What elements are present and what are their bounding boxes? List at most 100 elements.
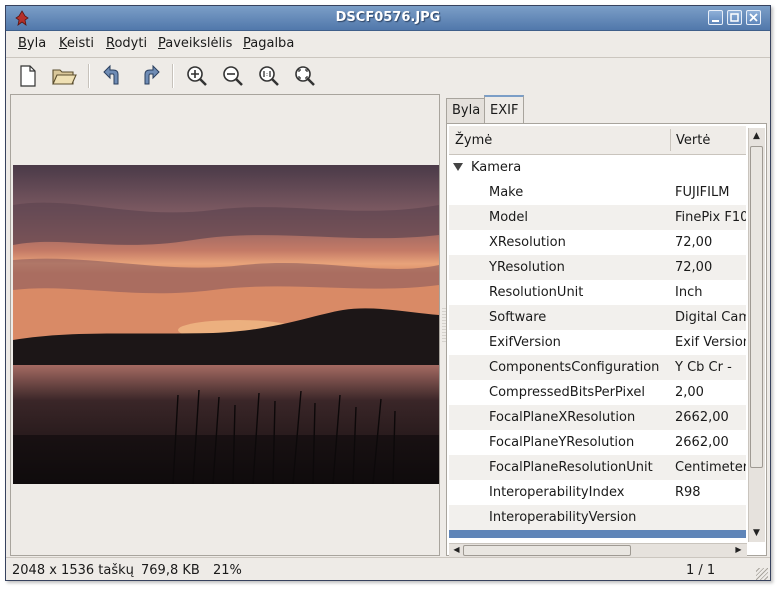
scroll-down-icon[interactable]: ▼ (750, 526, 763, 540)
menu-label: odyti (114, 36, 148, 51)
app-window: DSCF0576.JPG Byla Keisti Rodyti Paveiksl… (5, 5, 771, 581)
titlebar[interactable]: DSCF0576.JPG (6, 6, 770, 31)
rotate-left-icon (103, 64, 119, 85)
close-icon (749, 13, 758, 22)
exif-tag: ResolutionUnit (489, 285, 584, 300)
exif-row[interactable]: Software Digital Cam (449, 305, 746, 330)
exif-value: FinePix F10 (675, 210, 746, 225)
exif-tag: XResolution (489, 235, 566, 250)
exif-tag: Make (489, 185, 524, 200)
expander-down-icon[interactable] (453, 163, 463, 171)
exif-tag: Model (489, 210, 529, 225)
exif-row[interactable]: FocalPlaneResolutionUnit Centimeter (449, 455, 746, 480)
maximize-button[interactable] (727, 10, 742, 25)
minimize-button[interactable] (708, 10, 723, 25)
exif-row[interactable]: InteroperabilityVersion (449, 505, 746, 530)
menu-mnemonic: K (59, 36, 67, 51)
exif-value: 72,00 (675, 235, 713, 250)
exif-tag: InteroperabilityVersion (489, 510, 637, 525)
group-label: Kamera (471, 160, 522, 175)
tab-bar: Byla EXIF (446, 94, 769, 125)
menu-mnemonic: B (18, 36, 27, 51)
toolbar-separator (88, 64, 90, 88)
menu-label: eisti (66, 36, 94, 51)
zoom-out-button[interactable] (219, 62, 247, 90)
column-divider[interactable] (670, 129, 671, 151)
exif-row[interactable]: ExifVersion Exif Version (449, 330, 746, 355)
exif-row[interactable]: FocalPlaneYResolution 2662,00 (449, 430, 746, 455)
exif-value: 2662,00 (675, 410, 729, 425)
toolbar-separator (172, 64, 174, 88)
menu-pagalba[interactable]: Pagalba (243, 36, 294, 51)
menu-label: agalba (250, 36, 295, 51)
exif-value: R98 (675, 485, 701, 500)
exif-row[interactable]: CompressedBitsPerPixel 2,00 (449, 380, 746, 405)
exif-value: Y Cb Cr - (675, 360, 732, 375)
vertical-scrollbar[interactable]: ▲ ▼ (748, 128, 765, 542)
exif-row[interactable]: Model FinePix F10 (449, 205, 746, 230)
horizontal-scrollbar[interactable]: ◀ ▶ (449, 543, 747, 557)
exif-value: Centimeter (675, 460, 746, 475)
column-value-header[interactable]: Vertė (676, 133, 710, 148)
scroll-left-icon[interactable]: ◀ (450, 543, 463, 557)
tree-group-row[interactable]: Kamera (449, 155, 746, 180)
exif-tag: FocalPlaneXResolution (489, 410, 636, 425)
photo (13, 165, 439, 484)
scroll-up-icon[interactable]: ▲ (750, 129, 763, 143)
page-counter: 1 / 1 (686, 563, 716, 578)
exif-value: Exif Version (675, 335, 746, 350)
exif-value: Inch (675, 285, 703, 300)
exif-tag: ExifVersion (489, 335, 561, 350)
zoom-fit-button[interactable] (291, 62, 319, 90)
image-view[interactable] (10, 94, 440, 556)
minimize-icon (712, 20, 719, 22)
vertical-scroll-thumb[interactable] (750, 146, 763, 468)
exif-value: 2,00 (675, 385, 704, 400)
exif-tag: FocalPlaneYResolution (489, 435, 635, 450)
exif-row[interactable]: FocalPlaneXResolution 2662,00 (449, 405, 746, 430)
window-title: DSCF0576.JPG (335, 10, 441, 25)
toolbar (6, 58, 770, 94)
menu-byla[interactable]: Byla (18, 36, 46, 51)
exif-tag: CompressedBitsPerPixel (489, 385, 645, 400)
menu-rodyti[interactable]: Rodyti (106, 36, 147, 51)
menu-label: aveikslėlis (165, 36, 233, 51)
zoom-level: 21% (213, 563, 242, 578)
rotate-right-icon (144, 64, 160, 85)
exif-value: 2662,00 (675, 435, 729, 450)
exif-tag: Software (489, 310, 547, 325)
horizontal-scroll-thumb[interactable] (463, 545, 631, 556)
exif-row[interactable]: YResolution 72,00 (449, 255, 746, 280)
tab-exif[interactable]: EXIF (484, 95, 525, 125)
zoom-fit-icon (295, 66, 315, 86)
exif-row[interactable]: Make FUJIFILM (449, 180, 746, 205)
exif-row[interactable]: ComponentsConfiguration Y Cb Cr - (449, 355, 746, 380)
statusbar: 2048 x 1536 taškų 769,8 KB 21% 1 / 1 (6, 558, 770, 580)
close-button[interactable] (746, 10, 761, 25)
exif-tree[interactable]: Kamera Make FUJIFILM Model FinePix F10 XReso… (449, 155, 746, 538)
resize-grip[interactable] (756, 568, 768, 580)
rotate-left-button[interactable] (100, 62, 128, 90)
exif-tag: YResolution (489, 260, 565, 275)
rotate-right-button[interactable] (135, 62, 163, 90)
zoom-in-icon (187, 66, 207, 86)
exif-row[interactable]: ResolutionUnit Inch (449, 280, 746, 305)
zoom-in-button[interactable] (183, 62, 211, 90)
exif-tag: InteroperabilityIndex (489, 485, 625, 500)
zoom-normal-button[interactable] (255, 62, 283, 90)
scroll-right-icon[interactable]: ▶ (732, 543, 745, 557)
column-tag-header[interactable]: Žymė (455, 133, 492, 148)
exif-value: Digital Cam (675, 310, 746, 325)
new-button[interactable] (14, 62, 42, 90)
menu-paveikslelis[interactable]: Paveikslėlis (158, 36, 232, 51)
open-icon (52, 69, 77, 85)
exif-row-selected[interactable] (449, 530, 746, 538)
menu-label: yla (26, 36, 47, 51)
exif-column-header: Žymė Vertė (449, 126, 746, 155)
exif-row[interactable]: InteroperabilityIndex R98 (449, 480, 746, 505)
menu-keisti[interactable]: Keisti (59, 36, 94, 51)
open-button[interactable] (50, 62, 78, 90)
exif-row[interactable]: XResolution 72,00 (449, 230, 746, 255)
tab-byla[interactable]: Byla (446, 98, 487, 124)
exif-value: FUJIFILM (675, 185, 730, 200)
